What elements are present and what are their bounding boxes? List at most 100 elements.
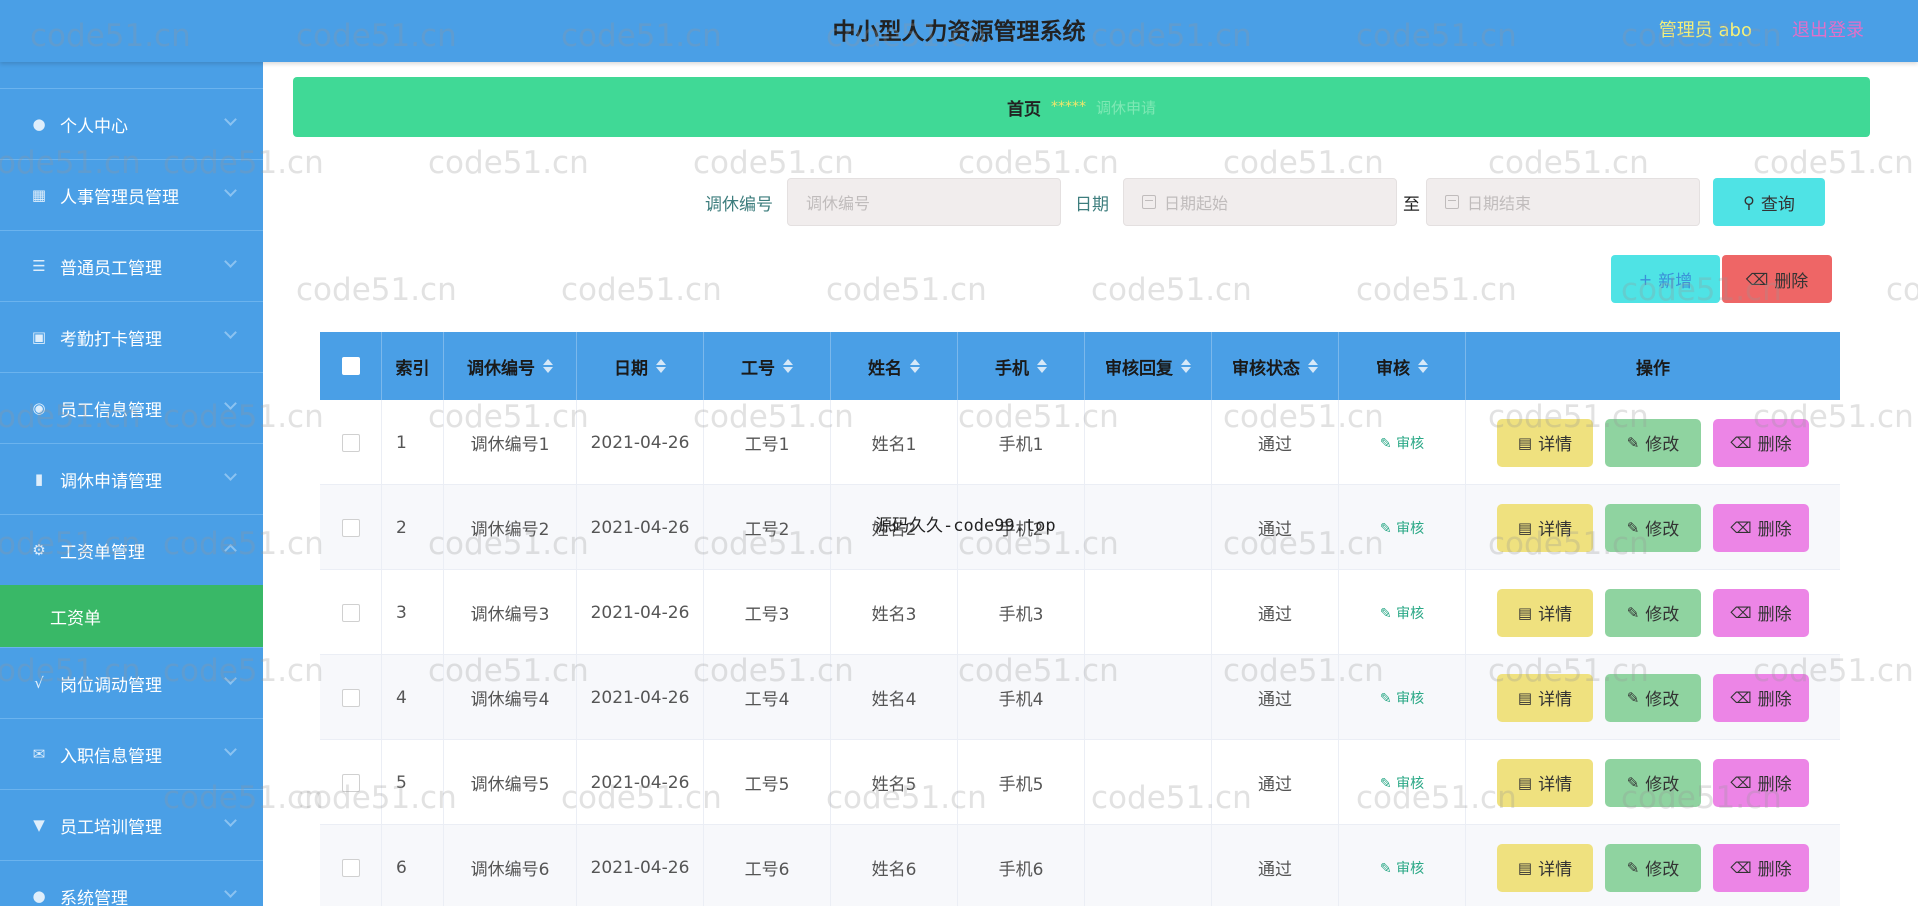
audit-link-label: 审核 <box>1396 520 1425 537</box>
trash-icon: ⌫ <box>1730 688 1752 707</box>
date-end-input[interactable]: 日期结束 <box>1426 178 1700 226</box>
sidebar-item-leave-request[interactable]: ▮ 调休申请管理 <box>0 443 263 514</box>
row-checkbox[interactable] <box>341 433 360 452</box>
sort-icon[interactable] <box>1308 358 1318 374</box>
row-checkbox[interactable] <box>341 518 360 537</box>
audit-link[interactable]: ✎ 审核 <box>1380 433 1424 453</box>
delete-button[interactable]: ⌫ 删除 <box>1713 673 1809 722</box>
delete-button[interactable]: ⌫ 删除 <box>1713 843 1809 892</box>
select-all-checkbox[interactable] <box>341 357 360 375</box>
row-checkbox[interactable] <box>341 773 360 792</box>
cell-code: 调休编号1 <box>444 400 577 485</box>
detail-button[interactable]: ▤ 详情 <box>1497 843 1593 892</box>
detail-button[interactable]: ▤ 详情 <box>1497 418 1593 467</box>
add-button[interactable]: + 新增 <box>1611 255 1720 303</box>
delete-button-label: 删除 <box>1757 435 1792 455</box>
col-status[interactable]: 审核状态 <box>1212 332 1339 400</box>
cell-phone: 手机4 <box>958 655 1085 740</box>
breadcrumb-home[interactable]: 首页 <box>1007 95 1041 120</box>
row-checkbox[interactable] <box>341 688 360 707</box>
sort-icon[interactable] <box>1037 358 1047 374</box>
detail-button[interactable]: ▤ 详情 <box>1497 673 1593 722</box>
sort-icon[interactable] <box>656 358 666 374</box>
edit-button[interactable]: ✎ 修改 <box>1605 588 1701 637</box>
audit-link[interactable]: ✎ 审核 <box>1380 688 1424 708</box>
detail-button[interactable]: ▤ 详情 <box>1497 503 1593 552</box>
edit-button[interactable]: ✎ 修改 <box>1605 503 1701 552</box>
edit-button[interactable]: ✎ 修改 <box>1605 758 1701 807</box>
cell-code: 调休编号4 <box>444 655 577 740</box>
sort-icon[interactable] <box>1181 358 1191 374</box>
sidebar-item-employee-info[interactable]: ◉ 员工信息管理 <box>0 372 263 443</box>
date-start-input[interactable]: 日期起始 <box>1123 178 1397 226</box>
row-select-cell <box>320 740 382 825</box>
chevron-down-icon <box>224 326 237 339</box>
col-code[interactable]: 调休编号 <box>444 332 577 400</box>
chevron-up-icon <box>224 544 237 557</box>
batch-delete-button[interactable]: ⌫ 删除 <box>1722 255 1832 303</box>
audit-link[interactable]: ✎ 审核 <box>1380 518 1424 538</box>
cell-date: 2021-04-26 <box>577 485 704 570</box>
sort-icon[interactable] <box>783 358 793 374</box>
overlay-note: 源码久久-code99.top <box>875 516 1056 536</box>
chevron-down-icon <box>224 672 237 685</box>
pencil-icon: ✎ <box>1626 433 1640 452</box>
delete-button[interactable]: ⌫ 删除 <box>1713 503 1809 552</box>
sidebar-item-system[interactable]: ● 系统管理 <box>0 860 263 906</box>
delete-button[interactable]: ⌫ 删除 <box>1713 758 1809 807</box>
sidebar-item-hr-admin[interactable]: ▦ 人事管理员管理 <box>0 159 263 230</box>
table-header: 索引 调休编号 日期 工号 姓名 手机 审核回复 审核状态 审核 操作 <box>320 332 1840 400</box>
audit-link[interactable]: ✎ 审核 <box>1380 603 1424 623</box>
edit-button[interactable]: ✎ 修改 <box>1605 418 1701 467</box>
row-checkbox[interactable] <box>341 858 360 877</box>
audit-link[interactable]: ✎ 审核 <box>1380 858 1424 878</box>
sidebar-item-personal-center[interactable]: ● 个人中心 <box>0 88 263 159</box>
sidebar-item-label: 普通员工管理 <box>60 258 162 279</box>
detail-button[interactable]: ▤ 详情 <box>1497 588 1593 637</box>
training-icon: ▼ <box>33 816 45 834</box>
detail-button-label: 详情 <box>1538 860 1573 880</box>
col-date[interactable]: 日期 <box>577 332 704 400</box>
document-icon: ▤ <box>1517 773 1533 792</box>
detail-button-label: 详情 <box>1538 690 1573 710</box>
cell-emp-no: 工号6 <box>704 825 831 906</box>
search-id-input[interactable]: 调休编号 <box>787 178 1061 226</box>
row-select-cell <box>320 485 382 570</box>
detail-button[interactable]: ▤ 详情 <box>1497 758 1593 807</box>
audit-link[interactable]: ✎ 审核 <box>1380 773 1424 793</box>
chart-icon: ▮ <box>34 470 44 488</box>
col-phone[interactable]: 手机 <box>958 332 1085 400</box>
sidebar-subitem-payslip[interactable]: 工资单 <box>0 585 263 647</box>
cell-audit: ✎ 审核 <box>1339 825 1466 906</box>
cell-emp-no: 工号4 <box>704 655 831 740</box>
row-checkbox[interactable] <box>341 603 360 622</box>
row-select-cell <box>320 825 382 906</box>
date-range-separator: 至 <box>1403 194 1420 215</box>
col-emp-no[interactable]: 工号 <box>704 332 831 400</box>
cell-code: 调休编号2 <box>444 485 577 570</box>
sidebar-item-onboarding[interactable]: ✉ 入职信息管理 <box>0 718 263 789</box>
col-audit[interactable]: 审核 <box>1339 332 1466 400</box>
col-reply[interactable]: 审核回复 <box>1085 332 1212 400</box>
edit-button-label: 修改 <box>1645 520 1680 540</box>
sidebar-item-payroll[interactable]: ⚙ 工资单管理 <box>0 514 263 585</box>
delete-button[interactable]: ⌫ 删除 <box>1713 418 1809 467</box>
sidebar-item-training[interactable]: ▼ 员工培训管理 <box>0 789 263 860</box>
sidebar-item-transfer[interactable]: √ 岗位调动管理 <box>0 647 263 718</box>
delete-button[interactable]: ⌫ 删除 <box>1713 588 1809 637</box>
sort-icon[interactable] <box>543 358 553 374</box>
sidebar-item-employee[interactable]: ☰ 普通员工管理 <box>0 230 263 301</box>
delete-button-label: 删除 <box>1757 605 1792 625</box>
edit-button[interactable]: ✎ 修改 <box>1605 843 1701 892</box>
query-button[interactable]: ⚲ 查询 <box>1713 178 1825 226</box>
cell-audit: ✎ 审核 <box>1339 400 1466 485</box>
sidebar-item-attendance[interactable]: ▣ 考勤打卡管理 <box>0 301 263 372</box>
settings-icon: ⚙ <box>32 541 46 559</box>
col-name[interactable]: 姓名 <box>831 332 958 400</box>
breadcrumb-current: 调休申请 <box>1095 98 1156 117</box>
logout-link[interactable]: 退出登录 <box>1792 16 1864 42</box>
sort-icon[interactable] <box>910 358 920 374</box>
sort-icon[interactable] <box>1418 358 1428 374</box>
edit-button[interactable]: ✎ 修改 <box>1605 673 1701 722</box>
cell-status: 通过 <box>1212 570 1339 655</box>
